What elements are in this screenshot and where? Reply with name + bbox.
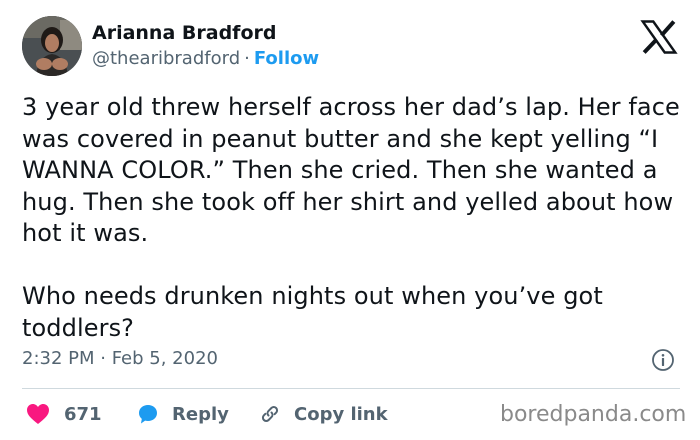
watermark: boredpanda.com [500,402,687,427]
link-icon [261,406,279,422]
reply-button[interactable]: Reply [136,400,229,428]
tweet-timestamp[interactable]: 2:32 PM · Feb 5, 2020 [22,348,218,370]
heart-icon [27,404,49,424]
tweet-card: Arianna Bradford @thearibradford · Follow … [0,0,700,440]
info-icon[interactable] [651,348,675,372]
tweet-text: 3 year old threw herself across her dad’… [22,92,682,344]
copy-link-label: Copy link [294,403,388,425]
author-handle[interactable]: @thearibradford [92,48,240,69]
reply-label: Reply [172,403,229,425]
like-button[interactable]: 671 [26,400,102,428]
like-count: 671 [64,403,102,425]
action-bar: 671 Reply Copy link [22,400,492,428]
copy-link-button[interactable]: Copy link [258,400,388,428]
separator-dot: · [244,48,250,69]
avatar[interactable] [22,16,82,76]
reply-bubble-icon [139,405,157,424]
divider [22,388,680,389]
author-name[interactable]: Arianna Bradford [92,22,276,44]
follow-button[interactable]: Follow [254,48,319,69]
x-logo-icon[interactable] [640,20,678,54]
profile-photo-icon [22,16,82,76]
handle-row: @thearibradford · Follow [92,48,319,70]
tweet-paragraph: 3 year old threw herself across her dad’… [22,93,680,247]
tweet-paragraph: Who needs drunken nights out when you’ve… [22,282,603,342]
